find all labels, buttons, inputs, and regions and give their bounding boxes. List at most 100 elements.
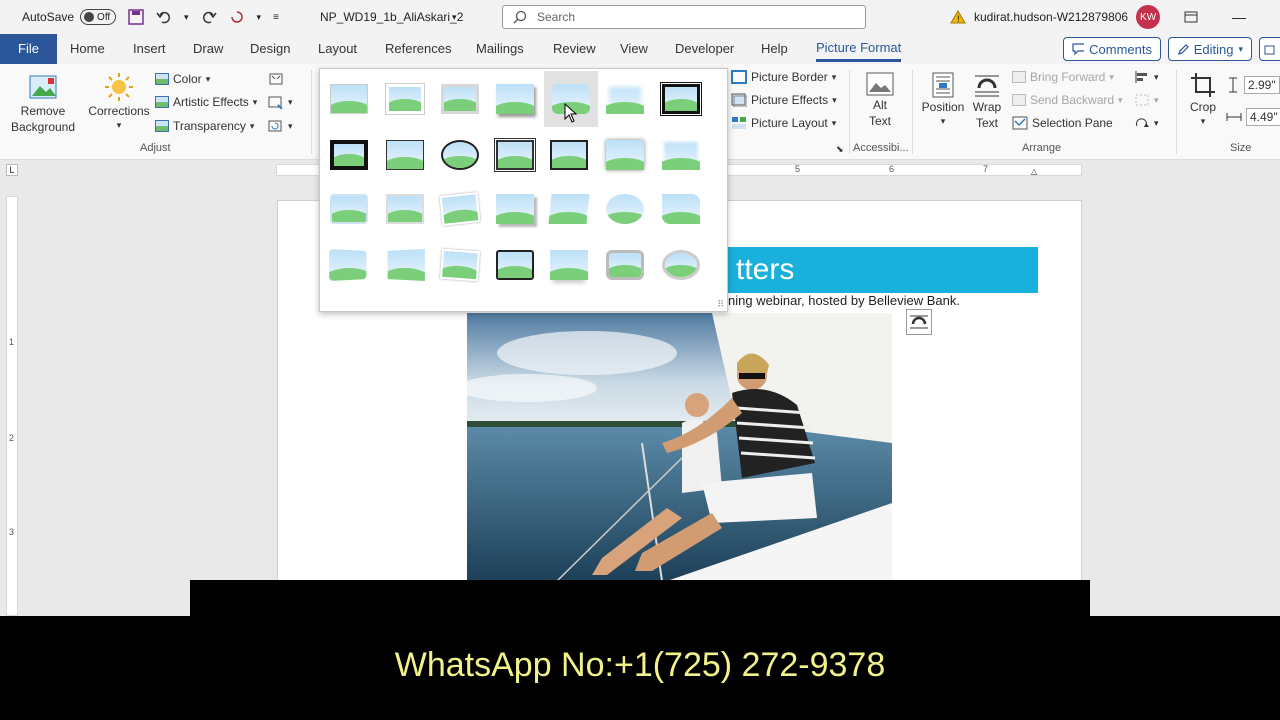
autosave[interactable]: AutoSave Off (22, 0, 117, 34)
tab-file[interactable]: File (0, 34, 57, 64)
height-input[interactable]: 2.99" (1244, 76, 1280, 94)
customize-toolbar-icon[interactable]: ≡ (273, 12, 279, 23)
redo-icon[interactable] (201, 9, 217, 25)
tab-references[interactable]: References (385, 34, 451, 64)
send-backward-button[interactable]: Send Backward ▾ (1012, 93, 1123, 107)
style-perspective-shadow[interactable] (490, 185, 540, 233)
width-field[interactable]: 4.49" (1226, 108, 1280, 126)
sun-icon (105, 73, 133, 101)
tab-view[interactable]: View (620, 34, 648, 64)
style-reflected-bevel-white[interactable] (544, 241, 594, 289)
alt-text-button[interactable]: Alt Text (862, 72, 898, 128)
repeat-dropdown-icon[interactable]: ▾ (257, 12, 262, 23)
share-button[interactable] (1259, 37, 1280, 61)
group-objects-button[interactable]: ▾ (1134, 93, 1159, 107)
newsletter-heading[interactable]: tters (728, 247, 1038, 293)
tab-draw[interactable]: Draw (193, 34, 223, 64)
wrap-text-button[interactable]: Wrap Text (970, 72, 1004, 130)
style-rotated-white[interactable] (435, 185, 485, 233)
tab-layout[interactable]: Layout (318, 34, 357, 64)
search-box[interactable]: Search (502, 5, 866, 29)
change-picture-button[interactable]: ▾ (268, 95, 293, 109)
style-bevel-perspective[interactable] (380, 185, 430, 233)
style-rectangle-frame-black[interactable] (544, 131, 594, 179)
height-field[interactable]: 2.99" (1226, 76, 1280, 94)
rotate-icon (1136, 118, 1149, 127)
doc-title-chevron-icon[interactable]: ▾ (452, 0, 457, 34)
crop-button[interactable]: Crop ▾ (1186, 72, 1220, 127)
reset-picture-button[interactable]: ▾ (268, 119, 293, 133)
width-input[interactable]: 4.49" (1246, 108, 1280, 126)
indent-marker-icon[interactable]: △ (1031, 167, 1037, 176)
warning-icon[interactable]: ! (950, 10, 966, 24)
style-beveled-matte[interactable] (380, 75, 430, 123)
editing-mode-button[interactable]: Editing ▾ (1168, 37, 1252, 61)
style-oval-gray[interactable] (656, 241, 706, 289)
style-thumbnail (387, 248, 425, 282)
style-metal-frame[interactable] (435, 75, 485, 123)
dialog-launcher-icon[interactable]: ⬊ (836, 144, 844, 155)
tab-help[interactable]: Help (761, 34, 788, 64)
style-center-shadow[interactable] (600, 131, 650, 179)
tab-developer[interactable]: Developer (675, 34, 734, 64)
style-soft-edge-rect[interactable] (656, 131, 706, 179)
style-simple-frame[interactable] (324, 75, 374, 123)
tab-design[interactable]: Design (250, 34, 290, 64)
style-relaxed-perspective[interactable] (544, 185, 594, 233)
autosave-toggle[interactable]: Off (80, 9, 117, 25)
style-metal-rounded[interactable] (600, 241, 650, 289)
artistic-effects-button[interactable]: Artistic Effects ▾ (155, 95, 257, 109)
bring-forward-button[interactable]: Bring Forward ▾ (1012, 70, 1114, 84)
selection-pane-button[interactable]: Selection Pane (1012, 116, 1113, 130)
tab-selector-icon[interactable]: L (6, 164, 18, 176)
resize-grip-icon[interactable]: ⠿ (717, 299, 724, 310)
align-button[interactable]: ▾ (1134, 70, 1159, 84)
vertical-ruler[interactable]: 1 2 3 (6, 196, 18, 616)
compress-pictures-button[interactable] (268, 72, 284, 86)
minimize-icon[interactable]: — (1232, 0, 1246, 34)
transparency-button[interactable]: Transparency ▾ (155, 119, 254, 133)
picture-effects-button[interactable]: Picture Effects ▾ (731, 93, 837, 107)
tab-mailings[interactable]: Mailings (476, 34, 524, 64)
sailboat-photo[interactable] (467, 313, 892, 581)
tab-home[interactable]: Home (70, 34, 105, 64)
user-name[interactable]: kudirat.hudson-W212879806 (974, 10, 1128, 24)
avatar[interactable]: KW (1136, 5, 1161, 29)
style-rounded-diagonal[interactable] (656, 185, 706, 233)
corrections-button[interactable]: Corrections ▾ (88, 72, 150, 131)
style-double-frame-black[interactable] (656, 75, 706, 123)
mouse-cursor-icon (564, 103, 578, 123)
style-metal-oval[interactable] (435, 131, 485, 179)
ribbon-display-icon[interactable] (1184, 11, 1198, 23)
tab-review[interactable]: Review (553, 34, 596, 64)
style-reflected-perspective[interactable] (380, 241, 430, 289)
group-separator (912, 70, 913, 154)
width-icon (1226, 113, 1242, 121)
picture-border-button[interactable]: Picture Border ▾ (731, 70, 836, 84)
body-text[interactable]: ning webinar, hosted by Belleview Bank. (728, 293, 960, 308)
tab-insert[interactable]: Insert (133, 34, 166, 64)
style-drop-shadow[interactable] (490, 75, 540, 123)
rotate-button[interactable]: ▾ (1134, 116, 1159, 130)
tab-picture-format[interactable]: Picture Format (816, 34, 902, 62)
picture-effects-icon (731, 93, 747, 107)
style-thick-matte-black[interactable] (324, 131, 374, 179)
style-soft-edge[interactable] (600, 75, 650, 123)
color-button[interactable]: Color ▾ (155, 72, 210, 86)
undo-dropdown-icon[interactable]: ▾ (184, 12, 189, 23)
style-simple-frame-black[interactable] (380, 131, 430, 179)
style-compound-frame-black[interactable] (490, 131, 540, 179)
style-reflected-bevel-black[interactable] (490, 241, 540, 289)
style-rotated-white-alt[interactable] (435, 241, 485, 289)
position-button[interactable]: Position ▾ (920, 72, 966, 127)
layout-options-button[interactable] (906, 309, 932, 335)
remove-background-button[interactable]: Remove Background (10, 72, 76, 134)
style-bevel-rectangle[interactable] (324, 185, 374, 233)
undo-icon[interactable] (156, 9, 172, 25)
comments-button[interactable]: Comments (1063, 37, 1161, 61)
style-soft-edge-oval[interactable] (600, 185, 650, 233)
repeat-icon[interactable] (229, 9, 245, 25)
style-bevel-perspective-left[interactable] (324, 241, 374, 289)
save-icon[interactable] (128, 9, 144, 25)
picture-layout-button[interactable]: Picture Layout ▾ (731, 116, 836, 130)
